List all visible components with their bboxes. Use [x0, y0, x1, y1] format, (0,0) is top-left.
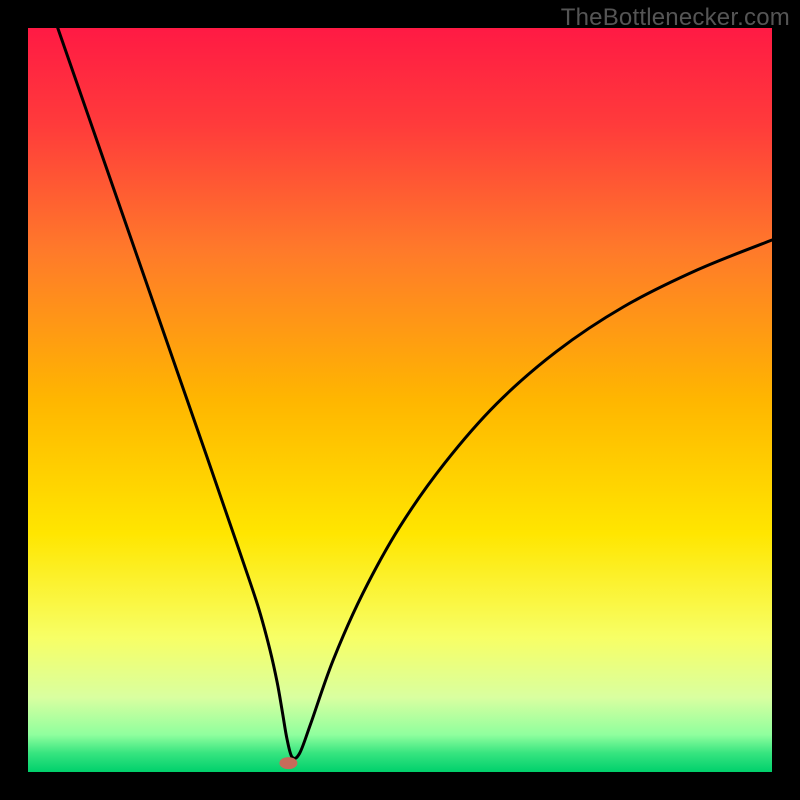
chart-frame: TheBottlenecker.com — [0, 0, 800, 800]
chart-svg — [0, 0, 800, 800]
watermark-label: TheBottlenecker.com — [561, 4, 790, 32]
current-config-marker — [279, 757, 297, 769]
plot-background — [28, 28, 772, 772]
